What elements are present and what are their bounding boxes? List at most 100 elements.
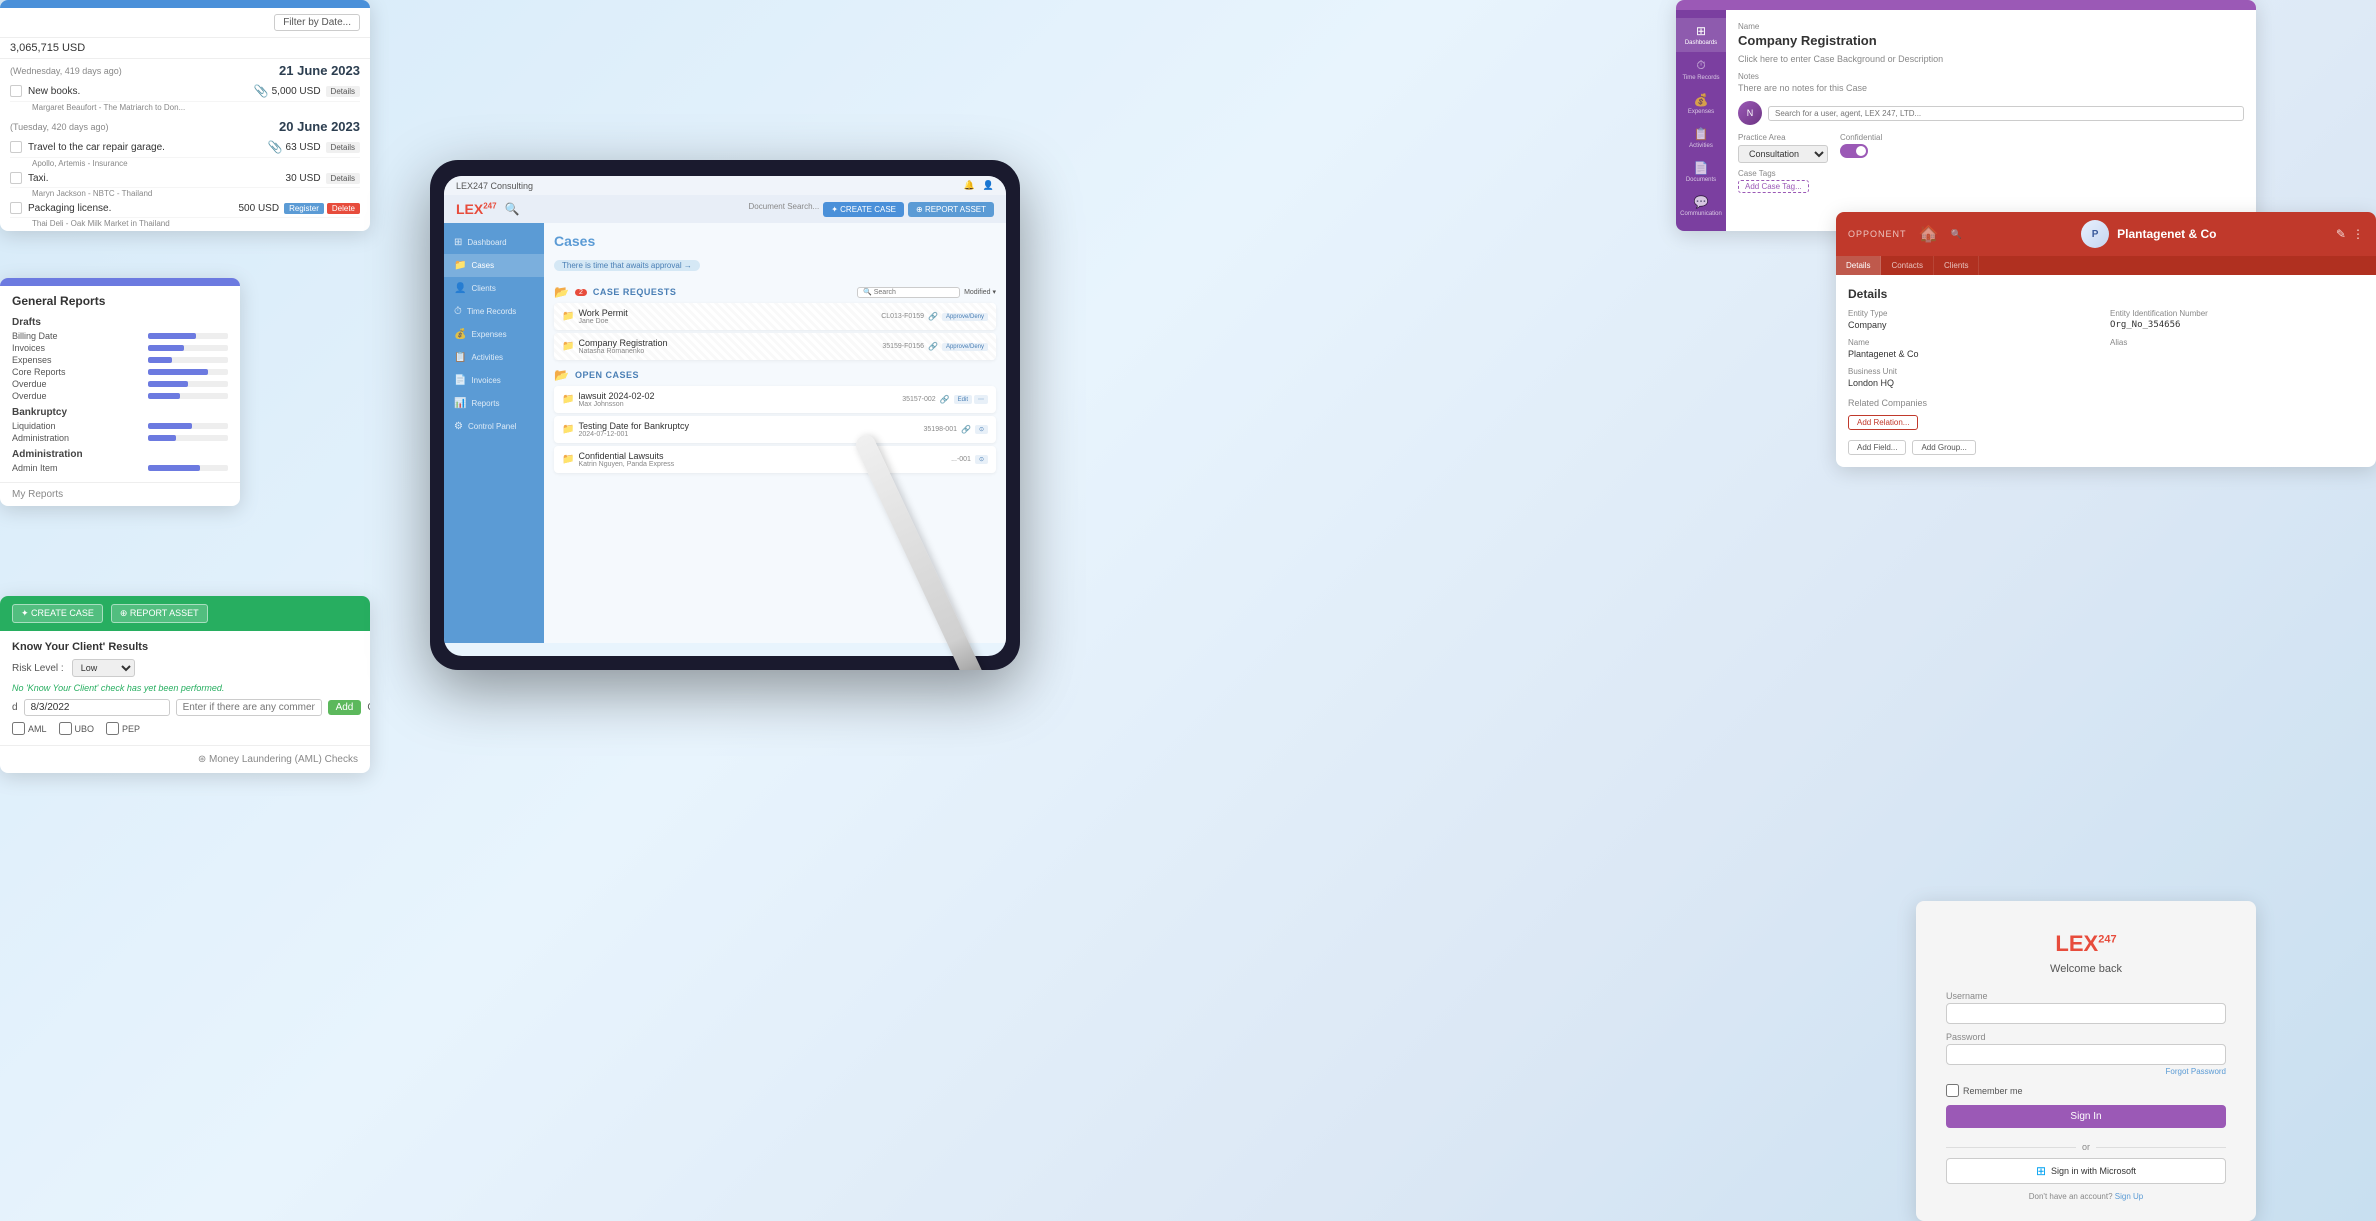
- case-detail-nav-dashboards[interactable]: ⊞ Dashboards: [1676, 18, 1726, 52]
- checkbox-2[interactable]: [10, 141, 22, 153]
- edit-btn-1[interactable]: Edit: [954, 395, 972, 404]
- opponent-edit-icon[interactable]: ✎: [2336, 227, 2346, 241]
- approve-btn-2[interactable]: Approve/Deny: [942, 343, 988, 351]
- sidebar-item-reports[interactable]: 📊 Reports: [444, 392, 544, 415]
- microsoft-sign-in-button[interactable]: ⊞ Sign in with Microsoft: [1946, 1158, 2226, 1184]
- tablet-nav: LEX247 🔍 Document Search... ✦ CREATE CAS…: [444, 195, 1006, 223]
- expense-name-4: Packaging license.: [28, 203, 239, 214]
- case-item-left-2: Company Registration Natasha Romanenko: [578, 338, 882, 355]
- expense-amount-3: 30 USD: [286, 173, 321, 184]
- case-detail-nav-activities[interactable]: 📋 Activities: [1676, 121, 1726, 155]
- related-companies-label: Related Companies: [1848, 398, 2364, 408]
- aml-create-case-button[interactable]: ✦ CREATE CASE: [12, 604, 103, 623]
- case-detail-subtitle[interactable]: Click here to enter Case Background or D…: [1738, 54, 2244, 64]
- aml-checkbox-pep[interactable]: [106, 722, 119, 735]
- sidebar-item-expenses[interactable]: 💰 Expenses: [444, 323, 544, 346]
- entity-id-value: Org_No_354656: [2110, 320, 2364, 330]
- case-detail-title[interactable]: Company Registration: [1738, 33, 2244, 48]
- aml-check-pep[interactable]: PEP: [106, 722, 140, 735]
- opponent-nav-contacts[interactable]: Contacts: [1881, 256, 1934, 275]
- rpt-invoices[interactable]: Invoices: [12, 342, 228, 354]
- rpt-admin-item[interactable]: Admin Item: [12, 462, 228, 474]
- case-requests-folder-icon: 📂: [554, 285, 569, 299]
- aml-risk-row: Risk Level : LowMediumHigh: [12, 659, 358, 677]
- opponent-nav-details[interactable]: Details: [1836, 256, 1881, 275]
- date-group-1: (Wednesday, 419 days ago) 21 June 2023 N…: [0, 59, 370, 115]
- view-btn-3[interactable]: ⊙: [975, 455, 988, 464]
- reports-list: Drafts Billing Date Invoices Expenses Co…: [0, 317, 240, 482]
- register-btn-4[interactable]: Register: [284, 203, 324, 214]
- aml-checkbox-ubo[interactable]: [59, 722, 72, 735]
- case-item-left-1: Work Permit Jane Doe: [578, 308, 881, 325]
- sidebar-item-activities[interactable]: 📋 Activities: [444, 346, 544, 369]
- case-detail-nav-time-records[interactable]: ⏱ Time Records: [1676, 52, 1726, 87]
- aml-comment-input[interactable]: [176, 699, 322, 716]
- forgot-password-link[interactable]: Forgot Password: [1946, 1067, 2226, 1076]
- rpt-liquidation[interactable]: Liquidation: [12, 420, 228, 432]
- opponent-nav-clients[interactable]: Clients: [1934, 256, 1979, 275]
- sidebar-item-clients[interactable]: 👤 Clients: [444, 277, 544, 300]
- tablet-user-icon[interactable]: 👤: [983, 180, 994, 191]
- tablet-search-icon[interactable]: 🔍: [505, 202, 520, 216]
- aml-date-input[interactable]: [24, 699, 170, 716]
- checkbox-4[interactable]: [10, 202, 22, 214]
- sidebar-item-dashboard[interactable]: ⊞ Dashboard: [444, 231, 544, 254]
- tablet-create-case-button[interactable]: ✦ CREATE CASE: [823, 202, 904, 217]
- aml-check-ubo[interactable]: UBO: [59, 722, 95, 735]
- practice-area-select[interactable]: Consultation: [1738, 145, 1828, 163]
- username-input[interactable]: [1946, 1003, 2226, 1024]
- aml-report-asset-button[interactable]: ⊕ REPORT ASSET: [111, 604, 208, 623]
- details-btn-2[interactable]: Details: [326, 142, 360, 153]
- delete-btn-4[interactable]: Delete: [327, 203, 360, 214]
- remember-me-checkbox[interactable]: [1946, 1084, 1959, 1097]
- sign-up-link[interactable]: Sign Up: [2115, 1192, 2143, 1201]
- add-field-button[interactable]: Add Field...: [1848, 440, 1906, 455]
- approval-badge[interactable]: There is time that awaits approval →: [554, 260, 700, 271]
- rpt-administration[interactable]: Administration: [12, 432, 228, 444]
- case-detail-nav-communication[interactable]: 💬 Communication: [1676, 189, 1726, 223]
- add-case-tag-button[interactable]: Add Case Tag...: [1738, 180, 1809, 193]
- approve-btn-1[interactable]: Approve/Deny: [942, 313, 988, 321]
- tablet-report-asset-button[interactable]: ⊕ REPORT ASSET: [908, 202, 994, 217]
- add-relation-button[interactable]: Add Relation...: [1848, 415, 1918, 430]
- sidebar-item-invoices[interactable]: 📄 Invoices: [444, 369, 544, 392]
- sidebar-item-cases[interactable]: 📁 Cases: [444, 254, 544, 277]
- sidebar-item-control-panel[interactable]: ⚙ Control Panel: [444, 415, 544, 438]
- add-group-button[interactable]: Add Group...: [1912, 440, 1975, 455]
- confidential-toggle[interactable]: [1840, 144, 1868, 158]
- aml-add-button[interactable]: Add: [328, 700, 362, 715]
- case-detail-nav-documents[interactable]: 📄 Documents: [1676, 155, 1726, 189]
- rpt-overdue[interactable]: Overdue: [12, 378, 228, 390]
- rpt-billing-date[interactable]: Billing Date: [12, 330, 228, 342]
- remember-me-row: Remember me: [1946, 1084, 2226, 1097]
- aml-cancel-button[interactable]: Cancel: [367, 702, 370, 713]
- cases-search-input[interactable]: [857, 287, 960, 298]
- sign-in-button[interactable]: Sign In: [1946, 1105, 2226, 1128]
- tablet-bell-icon[interactable]: 🔔: [964, 180, 975, 191]
- rpt-expenses[interactable]: Expenses: [12, 354, 228, 366]
- case-client-2: Natasha Romanenko: [578, 348, 882, 355]
- view-btn-1[interactable]: ⋯: [974, 395, 988, 404]
- password-input[interactable]: [1946, 1044, 2226, 1065]
- case-detail-nav-expenses[interactable]: 💰 Expenses: [1676, 87, 1726, 121]
- details-btn-3[interactable]: Details: [326, 173, 360, 184]
- checkbox-1[interactable]: [10, 85, 22, 97]
- time-records-icon: ⏱: [454, 306, 462, 317]
- notes-label: Notes: [1738, 72, 2244, 81]
- risk-level-select[interactable]: LowMediumHigh: [72, 659, 135, 677]
- details-btn-1[interactable]: Details: [326, 86, 360, 97]
- sidebar-item-time-records[interactable]: ⏱ Time Records: [444, 300, 544, 323]
- aml-check-aml[interactable]: AML: [12, 722, 47, 735]
- aml-checkbox-aml[interactable]: [12, 722, 25, 735]
- rpt-core-reports[interactable]: Core Reports: [12, 366, 228, 378]
- user-search-input[interactable]: [1768, 106, 2244, 121]
- open-case-client-3: Katrin Nguyen, Panda Express: [578, 461, 951, 468]
- filter-by-date-button[interactable]: Filter by Date...: [274, 14, 360, 31]
- rpt-overdue2[interactable]: Overdue: [12, 390, 228, 402]
- view-btn-2[interactable]: ⊙: [975, 425, 988, 434]
- opponent-name-field: Name Plantagenet & Co: [1848, 338, 2102, 359]
- tablet-topbar: LEX247 Consulting 🔔 👤: [444, 176, 1006, 195]
- opponent-more-icon[interactable]: ⋮: [2352, 227, 2364, 241]
- checkbox-3[interactable]: [10, 172, 22, 184]
- business-unit-label: Business Unit: [1848, 367, 2102, 376]
